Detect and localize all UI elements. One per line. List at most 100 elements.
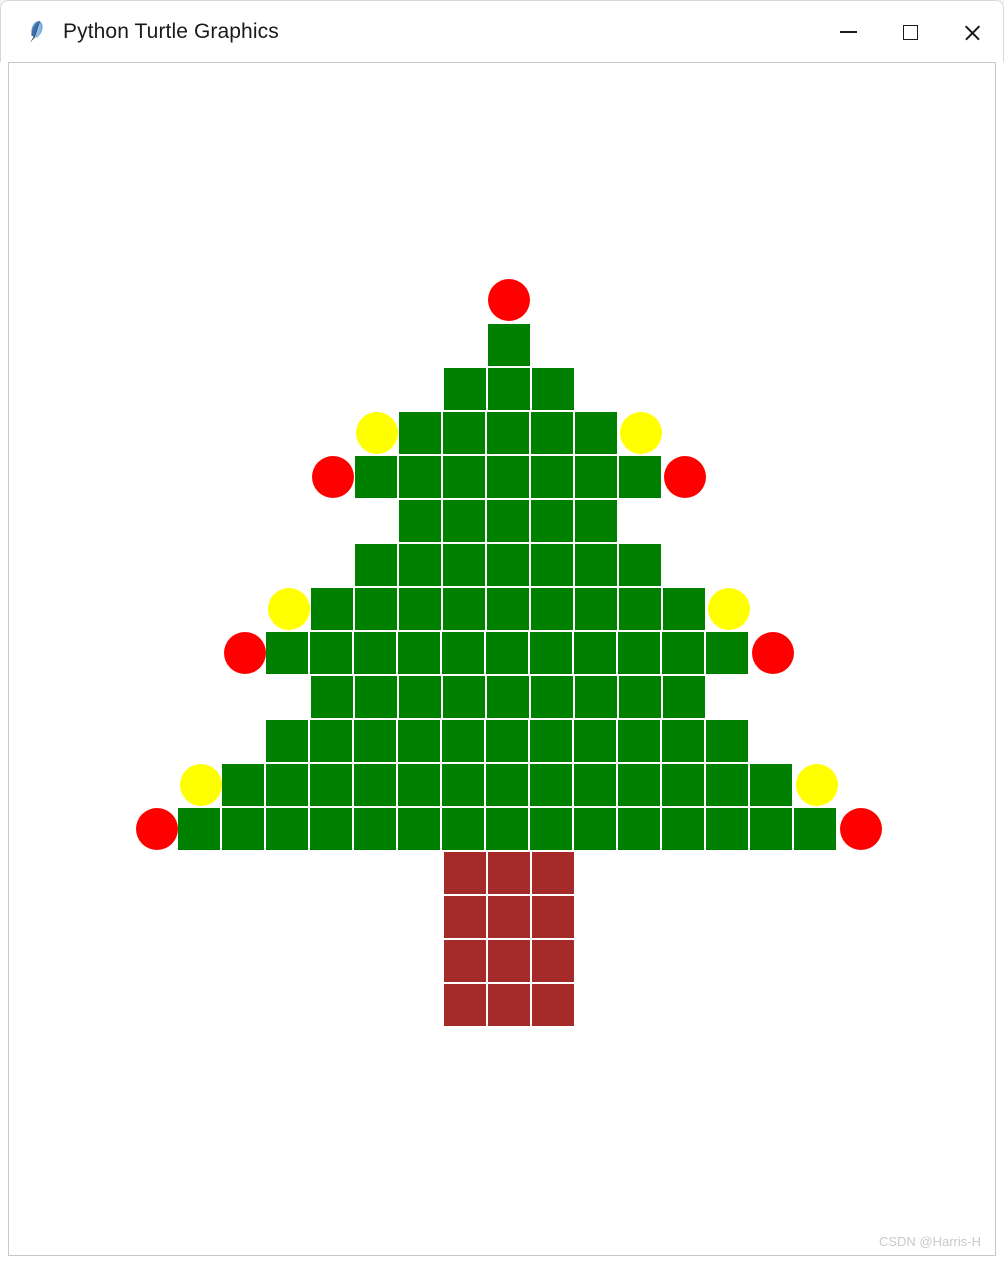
foliage-cell (355, 544, 397, 586)
trunk-cell (532, 896, 574, 938)
foliage-cell (266, 764, 308, 806)
foliage-cell (532, 368, 574, 410)
foliage-cell (794, 808, 836, 850)
foliage-cell (530, 632, 572, 674)
foliage-cell (354, 808, 396, 850)
foliage-cell (531, 676, 573, 718)
foliage-cell (399, 500, 441, 542)
foliage-cell (398, 720, 440, 762)
foliage-cell (618, 808, 660, 850)
foliage-cell (178, 808, 220, 850)
turtle-canvas-area[interactable]: CSDN @Harris-H (8, 62, 996, 1256)
foliage-cell (443, 588, 485, 630)
foliage-cell (355, 676, 397, 718)
trunk-cell (444, 896, 486, 938)
minimize-button[interactable] (817, 1, 879, 63)
trunk-cell (532, 940, 574, 982)
ornament-yellow-right-upper (620, 412, 662, 454)
foliage-cell (619, 544, 661, 586)
foliage-cell (310, 764, 352, 806)
foliage-cell (399, 676, 441, 718)
window-controls (817, 1, 1003, 63)
foliage-cell (531, 412, 573, 454)
minimize-icon (839, 31, 857, 33)
ornament-yellow-right-middle (708, 588, 750, 630)
foliage-cell (487, 456, 529, 498)
foliage-cell (399, 588, 441, 630)
window-titlebar[interactable]: Python Turtle Graphics (0, 0, 1004, 62)
foliage-cell (486, 632, 528, 674)
tree-foliage (178, 324, 836, 850)
maximize-icon (902, 24, 918, 40)
trunk-cell (444, 940, 486, 982)
foliage-cell (444, 368, 486, 410)
foliage-cell (310, 808, 352, 850)
foliage-cell (530, 720, 572, 762)
foliage-cell (266, 720, 308, 762)
christmas-tree-drawing (136, 279, 882, 1026)
foliage-cell (487, 676, 529, 718)
foliage-cell (442, 632, 484, 674)
foliage-cell (618, 764, 660, 806)
foliage-cell (530, 764, 572, 806)
foliage-cell (311, 676, 353, 718)
maximize-button[interactable] (879, 1, 941, 63)
foliage-cell (662, 720, 704, 762)
trunk-cell (488, 940, 530, 982)
foliage-cell (575, 544, 617, 586)
foliage-cell (399, 412, 441, 454)
foliage-cell (706, 720, 748, 762)
foliage-cell (398, 764, 440, 806)
foliage-cell (266, 632, 308, 674)
foliage-cell (486, 808, 528, 850)
foliage-cell (398, 808, 440, 850)
foliage-cell (222, 808, 264, 850)
foliage-cell (706, 632, 748, 674)
window-title: Python Turtle Graphics (63, 19, 279, 43)
foliage-cell (531, 500, 573, 542)
trunk-cell (488, 984, 530, 1026)
foliage-cell (399, 544, 441, 586)
foliage-cell (355, 456, 397, 498)
foliage-cell (575, 456, 617, 498)
ornament-red-right-lower (840, 808, 882, 850)
foliage-cell (662, 764, 704, 806)
trunk-cell (488, 896, 530, 938)
ornament-yellow-left-upper (356, 412, 398, 454)
foliage-cell (442, 764, 484, 806)
foliage-cell (399, 456, 441, 498)
foliage-cell (443, 412, 485, 454)
foliage-cell (575, 588, 617, 630)
foliage-cell (530, 808, 572, 850)
foliage-cell (354, 632, 396, 674)
foliage-cell (488, 324, 530, 366)
foliage-cell (443, 456, 485, 498)
foliage-cell (574, 632, 616, 674)
trunk-cell (532, 984, 574, 1026)
foliage-cell (398, 632, 440, 674)
ornament-red-left-lower (136, 808, 178, 850)
trunk-cell (532, 852, 574, 894)
trunk-cell (444, 984, 486, 1026)
tree-trunk (444, 852, 574, 1026)
ornament-star-top (488, 279, 530, 321)
foliage-cell (706, 808, 748, 850)
foliage-cell (488, 368, 530, 410)
foliage-cell (311, 588, 353, 630)
trunk-cell (444, 852, 486, 894)
foliage-cell (619, 588, 661, 630)
foliage-cell (487, 412, 529, 454)
app-root: Python Turtle Graphics CSDN @Harris-H (0, 0, 1004, 1264)
ornament-yellow-right-lower (796, 764, 838, 806)
foliage-cell (662, 808, 704, 850)
ornament-red-right-middle (752, 632, 794, 674)
foliage-cell (750, 764, 792, 806)
foliage-cell (574, 808, 616, 850)
foliage-cell (310, 720, 352, 762)
close-button[interactable] (941, 1, 1003, 63)
foliage-cell (487, 544, 529, 586)
ornament-red-right-upper (664, 456, 706, 498)
foliage-cell (575, 676, 617, 718)
foliage-cell (310, 632, 352, 674)
foliage-cell (574, 720, 616, 762)
